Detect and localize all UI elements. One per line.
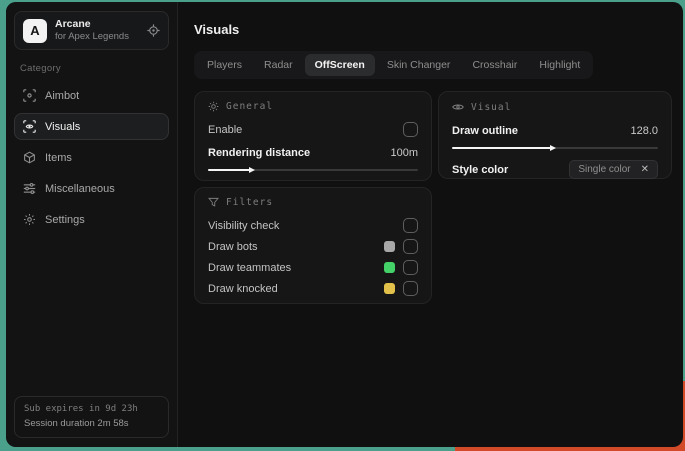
draw-teammates-color-swatch[interactable]: [384, 262, 395, 273]
visual-panel: Visual Draw outline 128.0 Style color Si…: [438, 91, 672, 179]
category-label: Category: [20, 63, 61, 74]
sidebar-item-items[interactable]: Items: [14, 144, 169, 171]
sliders-icon: [23, 182, 36, 195]
sidebar-item-settings[interactable]: Settings: [14, 206, 169, 233]
rendering-distance-label: Rendering distance: [208, 146, 311, 159]
rendering-distance-slider[interactable]: [208, 165, 418, 175]
box-icon: [23, 151, 36, 164]
sidebar-item-label: Items: [45, 151, 72, 164]
draw-outline-slider[interactable]: [452, 143, 658, 153]
app-header-card: A Arcane for Apex Legends: [14, 11, 169, 50]
filter-label: Draw knocked: [208, 282, 278, 295]
sidebar-item-label: Visuals: [45, 120, 81, 133]
sidebar-item-visuals[interactable]: Visuals: [14, 113, 169, 140]
draw-bots-checkbox[interactable]: [403, 239, 418, 254]
funnel-icon: [208, 197, 219, 208]
filter-row-draw-knocked: Draw knocked: [208, 278, 418, 299]
main-content: Visuals Players Radar OffScreen Skin Cha…: [178, 2, 683, 447]
tab-highlight[interactable]: Highlight: [529, 54, 590, 76]
draw-teammates-checkbox[interactable]: [403, 260, 418, 275]
filter-row-visibility-check: Visibility check: [208, 215, 418, 236]
sidebar-item-aimbot[interactable]: Aimbot: [14, 82, 169, 109]
general-panel-header: General: [208, 101, 418, 112]
enable-row: Enable: [208, 119, 418, 140]
visual-panel-header: Visual: [452, 101, 658, 113]
draw-knocked-checkbox[interactable]: [403, 281, 418, 296]
subscription-info-card: Sub expires in 9d 23h Session duration 2…: [14, 396, 169, 438]
draw-outline-value: 128.0: [630, 124, 658, 137]
tab-crosshair[interactable]: Crosshair: [462, 54, 527, 76]
gear-icon: [23, 213, 36, 226]
visual-panel-title: Visual: [471, 101, 512, 113]
style-color-label: Style color: [452, 163, 509, 176]
draw-knocked-color-swatch[interactable]: [384, 283, 395, 294]
style-color-row: Style color Single color ✕: [452, 159, 658, 180]
app-name: Arcane: [55, 18, 91, 30]
draw-outline-row: Draw outline 128.0: [452, 120, 658, 141]
slider-fill: [452, 144, 556, 151]
rendering-distance-value: 100m: [390, 146, 418, 159]
sidebar-item-miscellaneous[interactable]: Miscellaneous: [14, 175, 169, 202]
filters-panel: Filters Visibility check Draw bots Draw …: [194, 187, 432, 304]
app-logo: A: [23, 18, 47, 43]
sidebar-item-label: Settings: [45, 213, 85, 226]
tab-radar[interactable]: Radar: [254, 54, 303, 76]
filter-label: Draw bots: [208, 240, 258, 253]
style-color-select[interactable]: Single color ✕: [569, 160, 658, 179]
clear-icon[interactable]: ✕: [641, 164, 649, 175]
session-duration-text: Session duration 2m 58s: [24, 417, 129, 429]
tab-offscreen[interactable]: OffScreen: [304, 54, 375, 76]
filters-panel-title: Filters: [226, 197, 274, 208]
visibility-check-checkbox[interactable]: [403, 218, 418, 233]
app-window: A Arcane for Apex Legends Category Aimbo…: [6, 2, 683, 447]
tab-bar: Players Radar OffScreen Skin Changer Cro…: [194, 51, 594, 79]
rendering-distance-row: Rendering distance 100m: [208, 142, 418, 163]
sidebar-item-label: Aimbot: [45, 89, 80, 102]
filter-row-draw-bots: Draw bots: [208, 236, 418, 257]
draw-bots-color-swatch[interactable]: [384, 241, 395, 252]
general-panel: General Enable Rendering distance 100m: [194, 91, 432, 181]
sun-icon: [208, 101, 219, 112]
enable-checkbox[interactable]: [403, 122, 418, 137]
filter-label: Draw teammates: [208, 261, 292, 274]
sidebar-item-label: Miscellaneous: [45, 182, 115, 195]
eye-icon: [452, 101, 464, 113]
sidebar: A Arcane for Apex Legends Category Aimbo…: [6, 2, 178, 447]
tab-skin-changer[interactable]: Skin Changer: [377, 54, 461, 76]
aimbot-icon: [23, 89, 36, 102]
filters-panel-header: Filters: [208, 197, 418, 208]
sidebar-nav: Aimbot Visuals Items Miscellaneous Setti…: [14, 82, 169, 233]
crosshair-icon[interactable]: [147, 24, 160, 37]
tab-players[interactable]: Players: [197, 54, 252, 76]
style-color-value: Single color: [578, 164, 631, 175]
page-title: Visuals: [194, 22, 240, 37]
enable-label: Enable: [208, 123, 243, 136]
sub-expires-text: Sub expires in 9d 23h: [24, 404, 138, 415]
draw-outline-label: Draw outline: [452, 124, 519, 137]
filter-label: Visibility check: [208, 219, 280, 232]
slider-fill: [208, 166, 255, 173]
general-panel-title: General: [226, 101, 274, 112]
eye-scan-icon: [23, 120, 36, 133]
filter-row-draw-teammates: Draw teammates: [208, 257, 418, 278]
app-subtitle: for Apex Legends: [55, 31, 129, 43]
app-meta: Arcane for Apex Legends: [55, 18, 139, 43]
